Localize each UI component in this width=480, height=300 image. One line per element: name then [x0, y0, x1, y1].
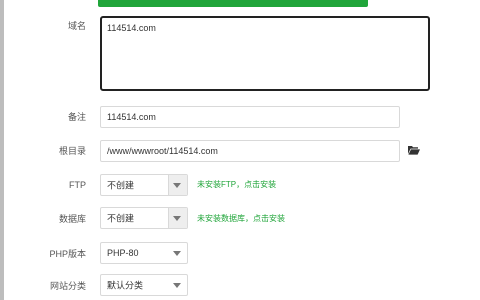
- database-label: 数据库: [58, 214, 86, 224]
- chevron-down-icon: [173, 283, 181, 288]
- header-accent-bar: [98, 0, 368, 7]
- domain-textarea[interactable]: 114514.com: [100, 16, 430, 91]
- site-category-selected: 默认分类: [107, 280, 144, 291]
- chevron-down-icon: [173, 183, 181, 188]
- php-version-selected: PHP-80: [107, 248, 139, 258]
- folder-open-icon[interactable]: [408, 145, 420, 155]
- remark-input[interactable]: 114514.com: [100, 106, 400, 128]
- chevron-down-icon: [173, 251, 181, 256]
- root-dir-value: /www/wwwroot/114514.com: [107, 146, 218, 156]
- php-version-label: PHP版本: [49, 249, 86, 259]
- root-dir-input[interactable]: /www/wwwroot/114514.com: [100, 140, 400, 162]
- ftp-select[interactable]: 不创建: [100, 174, 188, 196]
- database-selected: 不创建: [107, 213, 135, 224]
- remark-value: 114514.com: [107, 112, 156, 122]
- ftp-label: FTP: [69, 180, 86, 190]
- database-select[interactable]: 不创建: [100, 207, 188, 229]
- php-version-select[interactable]: PHP-80: [100, 242, 188, 264]
- root-dir-label: 根目录: [58, 146, 86, 156]
- domain-value: 114514.com: [107, 23, 156, 33]
- site-category-label: 网站分类: [49, 281, 86, 291]
- ftp-selected: 不创建: [107, 180, 135, 191]
- ftp-install-link[interactable]: 未安装FTP，点击安装: [197, 179, 276, 190]
- domain-label: 域名: [67, 21, 86, 31]
- remark-label: 备注: [67, 112, 86, 122]
- chevron-down-icon: [173, 216, 181, 221]
- site-category-select[interactable]: 默认分类: [100, 274, 188, 296]
- database-install-link[interactable]: 未安装数据库，点击安装: [197, 213, 285, 224]
